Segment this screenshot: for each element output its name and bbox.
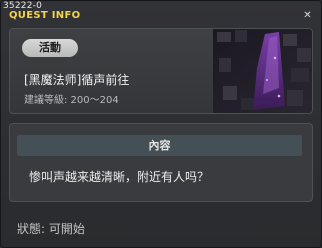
content-panel: 內容 惨叫声越来越清晰，附近有人吗？ — [9, 123, 313, 202]
quest-info-window: 35222-0 QUEST INFO ✕ 活動 [黑魔法师]循声前往 建議等級:… — [0, 0, 322, 248]
quest-card: 活動 [黑魔法师]循声前往 建議等級: 200～204 — [9, 28, 313, 114]
category-badge: 活動 — [22, 39, 78, 57]
window-title: QUEST INFO — [9, 10, 81, 21]
content-text: 惨叫声越来越清晰，附近有人吗？ — [29, 170, 210, 184]
quest-name: [黑魔法师]循声前往 — [24, 73, 130, 87]
content-header: 內容 — [17, 135, 302, 156]
close-icon[interactable]: ✕ — [301, 9, 314, 22]
quest-level-requirement: 建議等級: 200～204 — [24, 95, 119, 106]
quest-status: 狀態: 可開始 — [17, 222, 85, 236]
quest-thumbnail-image — [213, 29, 312, 113]
